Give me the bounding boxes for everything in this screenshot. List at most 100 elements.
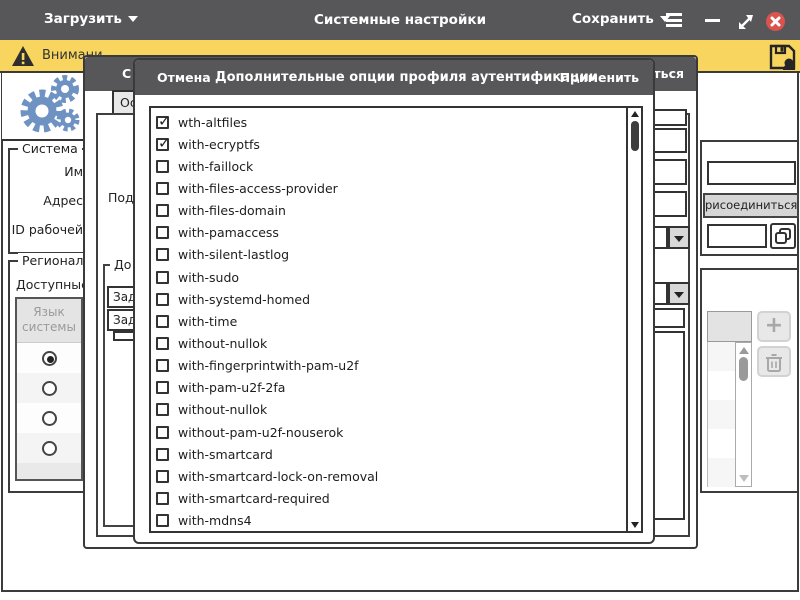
settings-gears-icon xyxy=(2,73,87,141)
option-row[interactable]: without-nullok xyxy=(151,399,627,421)
save-button[interactable]: Сохранить xyxy=(572,11,670,27)
scrollbar[interactable] xyxy=(735,342,752,487)
checkbox[interactable] xyxy=(156,226,169,239)
option-row[interactable]: with-pam-u2f-2fa xyxy=(151,377,627,399)
domain-input[interactable] xyxy=(707,161,796,185)
checkbox[interactable] xyxy=(156,448,169,461)
option-row[interactable]: without-nullok xyxy=(151,332,627,354)
apply-button[interactable]: Применить xyxy=(560,70,639,85)
top-bar: Загрузить Системные настройки Сохранить xyxy=(0,0,800,40)
option-row[interactable]: with-faillock xyxy=(151,155,627,177)
option-row[interactable]: without-pam-u2f-nouserok xyxy=(151,421,627,443)
delete-button[interactable] xyxy=(757,346,791,377)
checkbox[interactable] xyxy=(156,381,169,394)
checkbox-checked[interactable]: ✓ xyxy=(156,138,169,151)
dialog-fieldset-legend: До xyxy=(110,257,135,272)
join-button[interactable]: рисоединиться xyxy=(703,193,799,218)
option-row[interactable]: with-pamaccess xyxy=(151,222,627,244)
option-row[interactable]: with-silent-lastlog xyxy=(151,244,627,266)
scroll-up-icon[interactable] xyxy=(631,111,639,117)
option-row[interactable]: with-files-access-provider xyxy=(151,177,627,199)
code-input[interactable] xyxy=(707,224,767,248)
checkbox[interactable] xyxy=(156,403,169,416)
option-row[interactable]: ✓wth-altfiles xyxy=(151,111,627,133)
language-row[interactable] xyxy=(17,373,81,403)
option-row[interactable]: with-time xyxy=(151,310,627,332)
option-label: without-nullok xyxy=(178,402,267,417)
language-row[interactable] xyxy=(17,343,81,373)
modal-header: Отмена Дополнительные опции профиля ауте… xyxy=(135,60,653,95)
option-row[interactable]: with-smartcard-lock-on-removal xyxy=(151,465,627,487)
option-row[interactable]: with-smartcard-required xyxy=(151,487,627,509)
option-label: with-time xyxy=(178,314,237,329)
checkbox[interactable] xyxy=(156,359,169,372)
checkbox[interactable] xyxy=(156,160,169,173)
trash-icon xyxy=(765,353,783,373)
checkbox[interactable] xyxy=(156,315,169,328)
resize-icon[interactable] xyxy=(737,13,755,35)
domain-fieldset: рисоединиться xyxy=(700,140,799,256)
option-row[interactable]: with-systemd-homed xyxy=(151,288,627,310)
copy-button[interactable] xyxy=(770,223,796,249)
option-row[interactable]: ✓ with-ecryptfs xyxy=(151,133,627,155)
scrollbar-thumb[interactable] xyxy=(631,121,639,151)
language-row[interactable] xyxy=(17,403,81,433)
option-label: with-systemd-homed xyxy=(178,292,310,307)
option-row[interactable]: with-fingerprintwith-pam-u2f xyxy=(151,355,627,377)
checkbox[interactable] xyxy=(156,514,169,527)
save-button-label: Сохранить xyxy=(572,11,654,27)
option-label: with-smartcard-required xyxy=(178,491,330,506)
language-row[interactable] xyxy=(17,433,81,463)
checkbox[interactable] xyxy=(156,271,169,284)
list-header-cell xyxy=(707,311,752,342)
radio[interactable] xyxy=(42,441,57,456)
name-label: Им xyxy=(64,164,83,179)
regional-fieldset: Региональн Доступные я Язык системы xyxy=(8,260,87,493)
dropdown-arrow-icon[interactable] xyxy=(668,282,690,305)
option-label: with-ecryptfs xyxy=(178,137,260,152)
language-table: Язык системы xyxy=(15,297,83,481)
scrollbar-thumb[interactable] xyxy=(739,357,748,381)
check-icon: ✓ xyxy=(158,134,171,152)
checkbox[interactable] xyxy=(156,248,169,261)
cancel-button[interactable]: Отмена xyxy=(157,70,211,85)
checkbox[interactable] xyxy=(156,337,169,350)
option-row[interactable]: with-sudo xyxy=(151,266,627,288)
close-icon[interactable] xyxy=(766,12,785,31)
option-label: with-files-access-provider xyxy=(178,181,338,196)
scrollbar[interactable] xyxy=(626,108,641,531)
scroll-up-icon[interactable] xyxy=(739,347,749,354)
save-floppy-icon[interactable] xyxy=(769,44,796,74)
option-row[interactable]: with-mdns4 xyxy=(151,510,627,532)
dropdown-arrow-icon[interactable] xyxy=(668,226,690,249)
option-label: with-files-domain xyxy=(178,203,286,218)
scroll-down-icon[interactable] xyxy=(739,475,749,482)
radio[interactable] xyxy=(42,381,57,396)
language-table-header: Язык системы xyxy=(17,299,81,343)
radio-selected[interactable] xyxy=(42,351,57,366)
menu-icon[interactable] xyxy=(666,13,682,27)
checkbox[interactable] xyxy=(156,492,169,505)
scroll-down-icon[interactable] xyxy=(631,522,639,528)
auth-options-modal: Отмена Дополнительные опции профиля ауте… xyxy=(133,58,655,544)
warning-icon xyxy=(11,45,35,71)
radio[interactable] xyxy=(42,411,57,426)
options-list: ✓wth-altfiles✓with-ecryptfswith-faillock… xyxy=(151,108,627,532)
checkbox[interactable] xyxy=(156,426,169,439)
option-label: with-silent-lastlog xyxy=(178,247,289,262)
system-fieldset: Система Им Адрес ID рабочей xyxy=(8,148,87,254)
checkbox[interactable] xyxy=(156,204,169,217)
add-button[interactable]: + xyxy=(757,311,791,342)
checkbox[interactable] xyxy=(156,182,169,195)
dialog-header-left-button[interactable]: С xyxy=(122,66,131,81)
option-label: with-smartcard xyxy=(178,447,273,462)
checkbox[interactable] xyxy=(156,470,169,483)
list-panel-fieldset: + xyxy=(700,268,799,493)
checkbox-checked[interactable]: ✓ xyxy=(156,116,169,129)
dialog-sub-label: Под xyxy=(108,190,134,205)
option-row[interactable]: with-smartcard xyxy=(151,443,627,465)
minimize-icon[interactable] xyxy=(705,19,720,22)
option-label: with-mdns4 xyxy=(178,513,252,528)
checkbox[interactable] xyxy=(156,293,169,306)
option-row[interactable]: with-files-domain xyxy=(151,200,627,222)
